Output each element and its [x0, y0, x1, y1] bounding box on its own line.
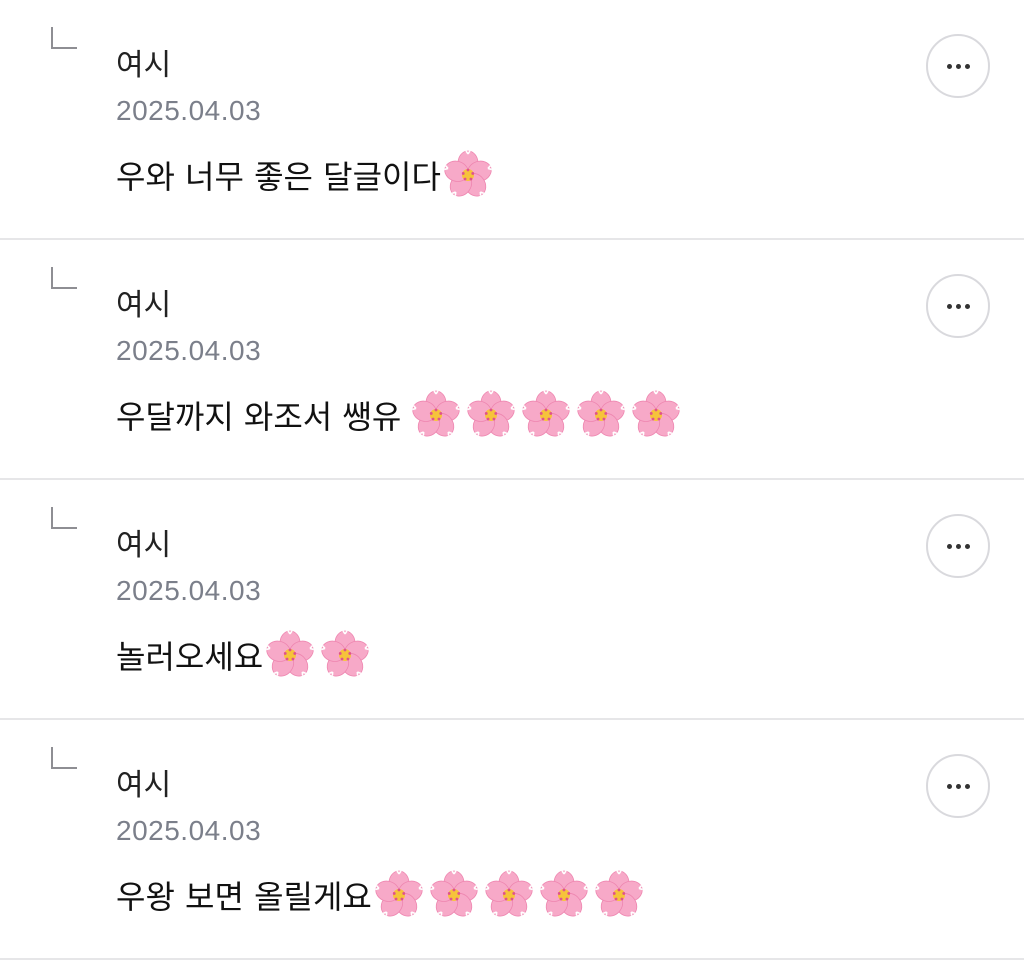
cherry-blossom-icon — [521, 390, 571, 440]
more-horizontal-icon — [946, 543, 970, 549]
reply-arrow-icon — [51, 747, 77, 769]
cherry-blossom-icon — [576, 390, 626, 440]
reply-body: 놀러오세요 — [116, 626, 375, 684]
emoji-group — [265, 630, 375, 680]
reply-arrow-icon — [51, 267, 77, 289]
reply-text: 우달까지 와조서 쌩유 — [116, 398, 402, 436]
reply-date: 2025.04.03 — [116, 95, 262, 126]
reply-item: 여시 2025.04.03 우와 너무 좋은 달글이다 — [0, 0, 1024, 240]
reply-item: 여시 2025.04.03 우달까지 와조서 쌩유 — [0, 240, 1024, 480]
more-horizontal-icon — [946, 63, 970, 69]
cherry-blossom-icon — [320, 630, 370, 680]
more-options-button[interactable] — [926, 754, 990, 818]
cherry-blossom-icon — [631, 390, 681, 440]
reply-arrow-icon — [51, 507, 77, 529]
emoji-group — [443, 150, 498, 200]
author-name[interactable]: 여시 — [116, 524, 171, 568]
reply-item: 여시 2025.04.03 놀러오세요 — [0, 480, 1024, 720]
reply-list: 여시 2025.04.03 우와 너무 좋은 달글이다 여시 2025.04.0… — [0, 0, 1024, 960]
more-options-button[interactable] — [926, 514, 990, 578]
reply-date: 2025.04.03 — [116, 335, 262, 366]
cherry-blossom-icon — [443, 150, 493, 200]
cherry-blossom-icon — [466, 390, 516, 440]
reply-arrow-icon — [51, 27, 77, 49]
emoji-group — [411, 390, 686, 440]
author-name[interactable]: 여시 — [116, 764, 171, 808]
reply-text: 놀러오세요 — [116, 638, 264, 676]
cherry-blossom-icon — [429, 870, 479, 920]
author-name[interactable]: 여시 — [116, 284, 171, 328]
cherry-blossom-icon — [265, 630, 315, 680]
reply-text: 우와 너무 좋은 달글이다 — [116, 158, 441, 196]
cherry-blossom-icon — [594, 870, 644, 920]
reply-body: 우달까지 와조서 쌩유 — [116, 386, 686, 444]
reply-body: 우와 너무 좋은 달글이다 — [116, 146, 498, 204]
reply-body: 우왕 보면 올릴게요 — [116, 866, 649, 924]
more-options-button[interactable] — [926, 34, 990, 98]
more-horizontal-icon — [946, 303, 970, 309]
reply-text: 우왕 보면 올릴게요 — [116, 878, 372, 916]
more-options-button[interactable] — [926, 274, 990, 338]
author-name[interactable]: 여시 — [116, 44, 171, 88]
cherry-blossom-icon — [539, 870, 589, 920]
emoji-group — [374, 870, 649, 920]
more-horizontal-icon — [946, 783, 970, 789]
cherry-blossom-icon — [374, 870, 424, 920]
cherry-blossom-icon — [484, 870, 534, 920]
reply-date: 2025.04.03 — [116, 575, 262, 606]
reply-date: 2025.04.03 — [116, 815, 262, 846]
cherry-blossom-icon — [411, 390, 461, 440]
reply-item: 여시 2025.04.03 우왕 보면 올릴게요 — [0, 720, 1024, 960]
